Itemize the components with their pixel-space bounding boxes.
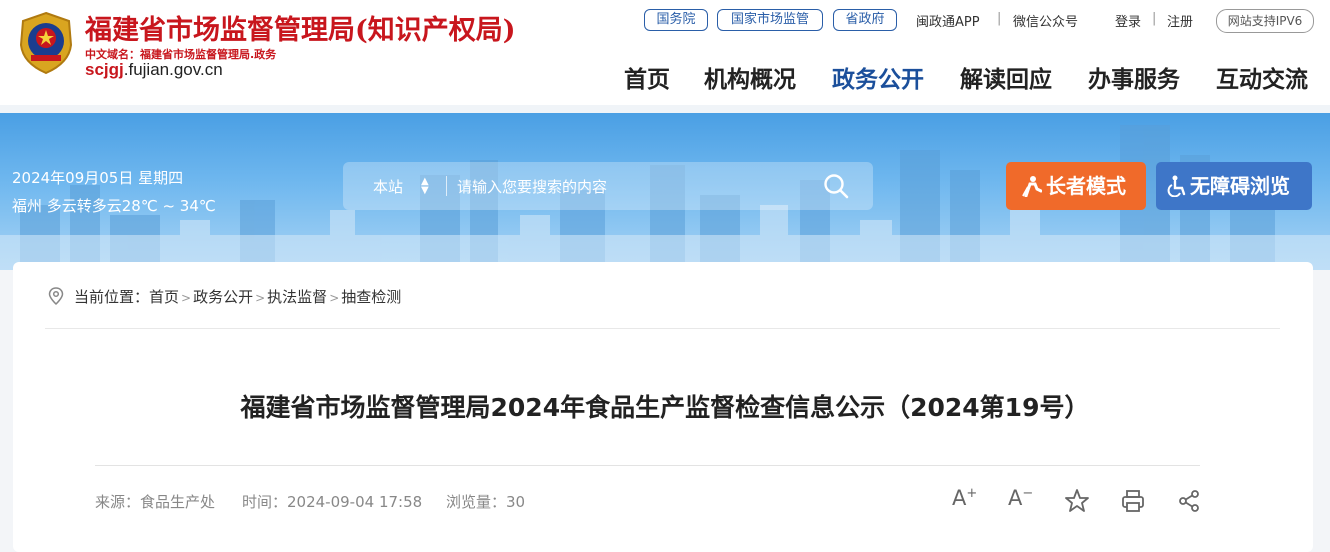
- breadcrumb-home[interactable]: 首页: [149, 288, 179, 306]
- breadcrumb-separator: >: [255, 291, 266, 305]
- search-icon[interactable]: [823, 173, 849, 199]
- star-favorite-icon[interactable]: [1064, 488, 1090, 514]
- elder-person-icon: [1022, 176, 1042, 197]
- top-links-bar: 国务院 国家市场监管 省政府 闽政通APP | 微信公众号 登录 | 注册 网站…: [0, 9, 1330, 33]
- current-date: 2024年09月05日 星期四: [12, 169, 184, 187]
- breadcrumb-enforcement[interactable]: 执法监督: [267, 288, 327, 306]
- ipv6-badge: 网站支持IPV6: [1216, 9, 1314, 33]
- breadcrumb-separator: >: [329, 291, 340, 305]
- breadcrumb-separator: >: [181, 291, 192, 305]
- breadcrumb: 当前位置：首页 > 政务公开 > 执法监督 > 抽查检测: [48, 286, 401, 307]
- minzhengtong-app-link[interactable]: 闽政通APP: [916, 11, 980, 30]
- divider: [95, 465, 1200, 466]
- wheelchair-icon: [1167, 175, 1186, 197]
- nav-organization[interactable]: 机构概况: [704, 60, 796, 94]
- provincial-government-link[interactable]: 省政府: [833, 9, 897, 31]
- font-increase-icon[interactable]: A+: [952, 486, 977, 510]
- national-market-regulation-link[interactable]: 国家市场监管: [717, 9, 823, 31]
- article-source: 来源：食品生产处: [95, 493, 216, 511]
- domain-prefix: scjgj: [85, 60, 124, 79]
- elder-mode-label: 长者模式: [1046, 174, 1126, 198]
- english-domain[interactable]: scjgj.fujian.gov.cn: [85, 60, 223, 80]
- nav-government-affairs[interactable]: 政务公开: [832, 60, 924, 94]
- location-pin-icon: [48, 287, 64, 305]
- login-link[interactable]: 登录: [1115, 11, 1141, 30]
- search-input[interactable]: [455, 172, 799, 202]
- article-time: 时间：2024-09-04 17:58: [242, 493, 423, 511]
- article-views: 浏览量：30: [446, 493, 526, 511]
- site-header: 福建省市场监督管理局(知识产权局) 中文域名：福建省市场监督管理局.政务 scj…: [0, 0, 1330, 105]
- breadcrumb-inspection[interactable]: 抽查检测: [341, 288, 401, 306]
- weather-info: 福州 多云转多云28℃ ~ 34℃: [12, 197, 216, 215]
- accessibility-button[interactable]: 无障碍浏览: [1156, 162, 1312, 210]
- search-box: 本站 ▲ ▼: [343, 162, 873, 210]
- breadcrumb-prefix: 当前位置：: [74, 288, 150, 306]
- wechat-link[interactable]: 微信公众号: [1013, 11, 1078, 30]
- domain-suffix: .fujian.gov.cn: [123, 60, 223, 79]
- article-title: 福建省市场监督管理局2024年食品生产监督检查信息公示（2024第19号）: [240, 393, 1090, 422]
- nav-interpretation[interactable]: 解读回应: [960, 60, 1052, 94]
- nav-home[interactable]: 首页: [624, 60, 670, 94]
- divider: [45, 328, 1280, 329]
- separator: |: [997, 11, 1002, 26]
- register-link[interactable]: 注册: [1167, 11, 1193, 30]
- font-decrease-icon[interactable]: A−: [1008, 486, 1033, 510]
- accessibility-label: 无障碍浏览: [1190, 174, 1290, 198]
- elder-mode-button[interactable]: 长者模式: [1006, 162, 1146, 210]
- breadcrumb-government-affairs[interactable]: 政务公开: [193, 288, 253, 306]
- scope-updown-icon[interactable]: ▲ ▼: [421, 177, 429, 196]
- separator: |: [1152, 11, 1157, 26]
- nav-services[interactable]: 办事服务: [1088, 60, 1180, 94]
- share-icon[interactable]: [1176, 488, 1202, 514]
- divider: [446, 176, 447, 196]
- print-icon[interactable]: [1120, 488, 1146, 514]
- search-scope-select[interactable]: 本站: [373, 176, 403, 197]
- nav-interaction[interactable]: 互动交流: [1216, 60, 1308, 94]
- guowuyuan-link[interactable]: 国务院: [644, 9, 708, 31]
